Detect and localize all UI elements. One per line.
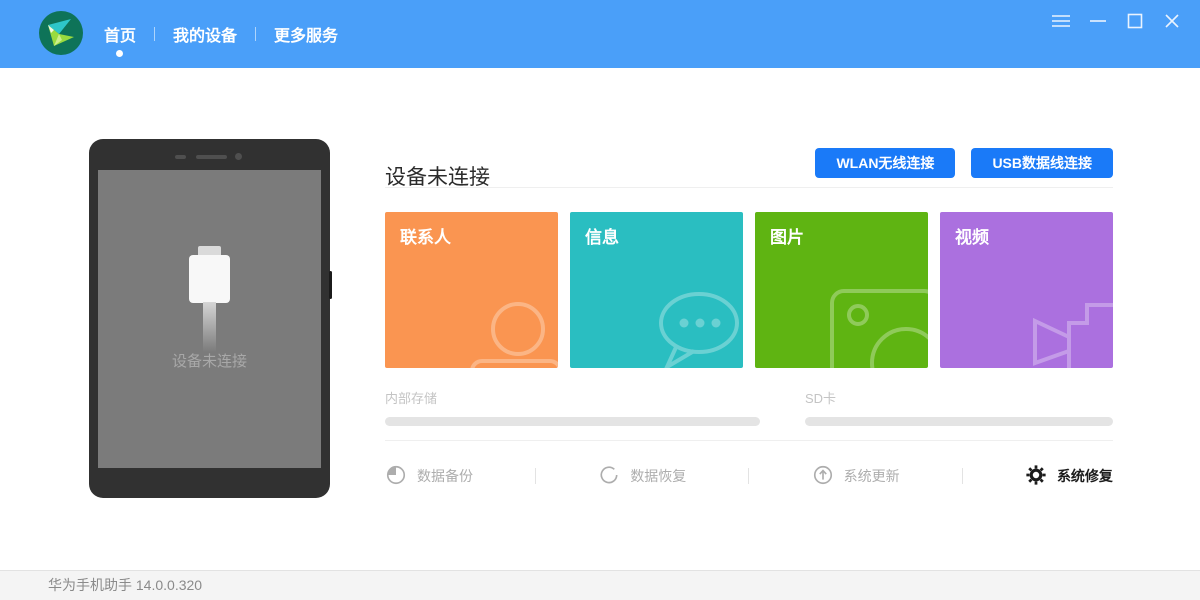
action-data-restore-label: 数据恢复 [630,468,687,484]
nav-divider [154,27,156,41]
phone-side-button [329,271,332,299]
action-system-repair-label: 系统修复 [1056,468,1113,484]
nav-item-home[interactable]: 首页 [104,0,136,68]
action-divider [535,468,537,484]
card-messages[interactable]: 信息 [570,212,743,368]
restore-icon [598,464,620,489]
quick-actions: 数据备份 数据恢复 系统更新 系统修复 [385,458,1113,494]
nav-item-my-devices-label: 我的设备 [173,28,238,45]
card-pictures[interactable]: 图片 [755,212,928,368]
internal-storage-label: 内部存储 [385,391,438,406]
phone-earpiece-icon [196,155,227,159]
window-controls [1042,0,1190,42]
internal-storage-bar [385,417,760,426]
device-status-text: 设备未连接 [171,353,247,370]
card-contacts-label: 联系人 [400,228,451,247]
section-divider [385,187,1113,188]
backup-icon [385,464,407,489]
pictures-icon [824,283,928,368]
section-divider [385,440,1113,441]
card-contacts[interactable]: 联系人 [385,212,558,368]
phone-camera-icon [235,153,242,160]
nav-item-more-services[interactable]: 更多服务 [274,0,338,68]
card-messages-label: 信息 [585,228,619,247]
hisuite-window: 首页 我的设备 更多服务 设备未连接 设备未连接 WLAN无线连接 USB数据线… [0,0,1200,600]
nav-item-more-services-label: 更多服务 [274,28,339,45]
close-icon[interactable] [1153,0,1190,42]
header: 首页 我的设备 更多服务 [0,0,1200,68]
main-nav: 首页 我的设备 更多服务 [104,0,338,68]
update-icon [812,464,834,489]
contacts-icon [452,297,558,368]
internal-storage: 内部存储 [385,388,760,426]
videos-icon [1011,287,1113,368]
action-data-restore[interactable]: 数据恢复 [598,464,686,489]
app-version-text: 华为手机助手 14.0.0.320 [48,577,203,593]
action-system-update-label: 系统更新 [843,468,900,484]
action-data-backup-label: 数据备份 [417,468,473,484]
card-videos[interactable]: 视频 [940,212,1113,368]
action-system-update[interactable]: 系统更新 [812,464,900,489]
usb-cable-icon [203,302,216,352]
active-tab-dot [116,50,123,57]
wlan-connect-button[interactable]: WLAN无线连接 [815,148,956,178]
nav-item-my-devices[interactable]: 我的设备 [173,0,237,68]
connection-buttons: WLAN无线连接 USB数据线连接 [385,148,1113,178]
card-videos-label: 视频 [955,228,989,247]
sd-card-storage-bar [805,417,1113,426]
card-pictures-label: 图片 [770,228,804,247]
sd-card-storage-label: SD卡 [805,391,837,406]
action-divider [961,468,963,484]
category-cards: 联系人 信息 图片 视频 [385,212,1113,368]
menu-icon[interactable] [1042,0,1079,42]
hisuite-logo-icon [38,10,84,56]
minimize-icon[interactable] [1079,0,1116,42]
sd-card-storage: SD卡 [805,388,1113,426]
status-bar: 华为手机助手 14.0.0.320 [0,570,1200,600]
repair-icon [1025,464,1047,489]
action-system-repair[interactable]: 系统修复 [1025,464,1113,489]
action-data-backup[interactable]: 数据备份 [385,464,473,489]
nav-item-home-label: 首页 [104,28,137,45]
usb-connect-button[interactable]: USB数据线连接 [971,148,1113,178]
messages-icon [639,285,743,368]
action-divider [748,468,750,484]
nav-divider [255,27,257,41]
phone-speaker-icon [175,155,186,159]
phone-screen: 设备未连接 [98,170,321,468]
device-illustration: 设备未连接 [89,139,332,498]
maximize-icon[interactable] [1116,0,1153,42]
